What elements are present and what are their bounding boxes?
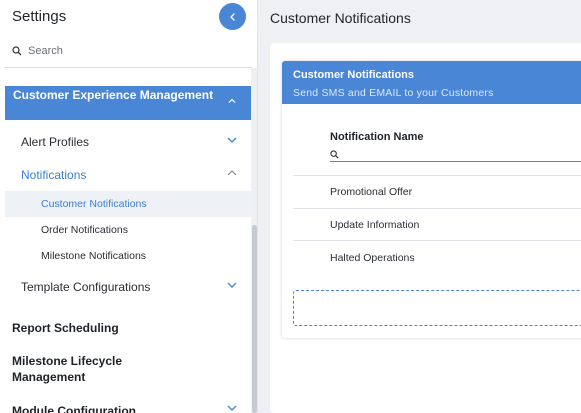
- sidebar-section-customer-experience[interactable]: Customer Experience Management: [5, 86, 251, 120]
- sidebar-item-milestone-notifications[interactable]: Milestone Notifications: [41, 250, 146, 262]
- collapse-sidebar-button[interactable]: [219, 3, 246, 30]
- sidebar-search-input[interactable]: [28, 45, 228, 57]
- customer-notifications-panel: Customer Notifications Send SMS and EMAI…: [282, 61, 581, 338]
- chevron-up-icon[interactable]: [226, 168, 238, 178]
- chevron-down-icon[interactable]: [226, 403, 238, 413]
- sidebar-divider: [4, 67, 252, 68]
- table-row[interactable]: Promotional Offer: [330, 186, 412, 198]
- sidebar-scrollbar-thumb[interactable]: [252, 225, 257, 413]
- row-divider: [293, 208, 581, 209]
- chevron-down-icon[interactable]: [226, 280, 238, 290]
- section-label: Customer Experience Management: [13, 88, 214, 102]
- sidebar-title: Settings: [12, 8, 67, 25]
- sidebar-item-report-scheduling[interactable]: Report Scheduling: [12, 320, 119, 336]
- panel-header: Customer Notifications Send SMS and EMAI…: [282, 61, 581, 104]
- add-notification-dropzone[interactable]: [293, 290, 581, 326]
- sidebar-item-module-configuration[interactable]: Module Configuration: [12, 403, 136, 413]
- chevron-up-icon: [228, 98, 236, 103]
- sidebar-item-alert-profiles[interactable]: Alert Profiles: [21, 135, 89, 149]
- column-filter[interactable]: [330, 148, 581, 162]
- sidebar-search[interactable]: [12, 42, 244, 60]
- row-divider: [293, 175, 581, 176]
- table-row[interactable]: Update Information: [330, 219, 419, 231]
- sidebar-item-notifications[interactable]: Notifications: [21, 168, 86, 182]
- chevron-left-icon: [229, 12, 235, 21]
- sidebar-item-customer-notifications[interactable]: Customer Notifications: [41, 198, 147, 210]
- panel-title: Customer Notifications: [293, 69, 415, 81]
- panel-subtitle: Send SMS and EMAIL to your Customers: [293, 87, 494, 99]
- page-title: Customer Notifications: [270, 10, 411, 26]
- settings-sidebar: Settings Customer Experience Management …: [0, 0, 258, 413]
- sidebar-item-order-notifications[interactable]: Order Notifications: [41, 224, 128, 236]
- row-divider: [293, 240, 581, 241]
- sidebar-item-milestone-lifecycle[interactable]: Milestone Lifecycle Management: [12, 353, 142, 385]
- table-row[interactable]: Halted Operations: [330, 252, 415, 264]
- chevron-down-icon[interactable]: [226, 135, 238, 145]
- sidebar-item-template-configurations[interactable]: Template Configurations: [21, 280, 150, 294]
- search-icon: [330, 150, 339, 159]
- column-filter-input[interactable]: [343, 149, 581, 160]
- column-header-notification-name: Notification Name: [330, 131, 424, 143]
- search-icon: [12, 46, 22, 56]
